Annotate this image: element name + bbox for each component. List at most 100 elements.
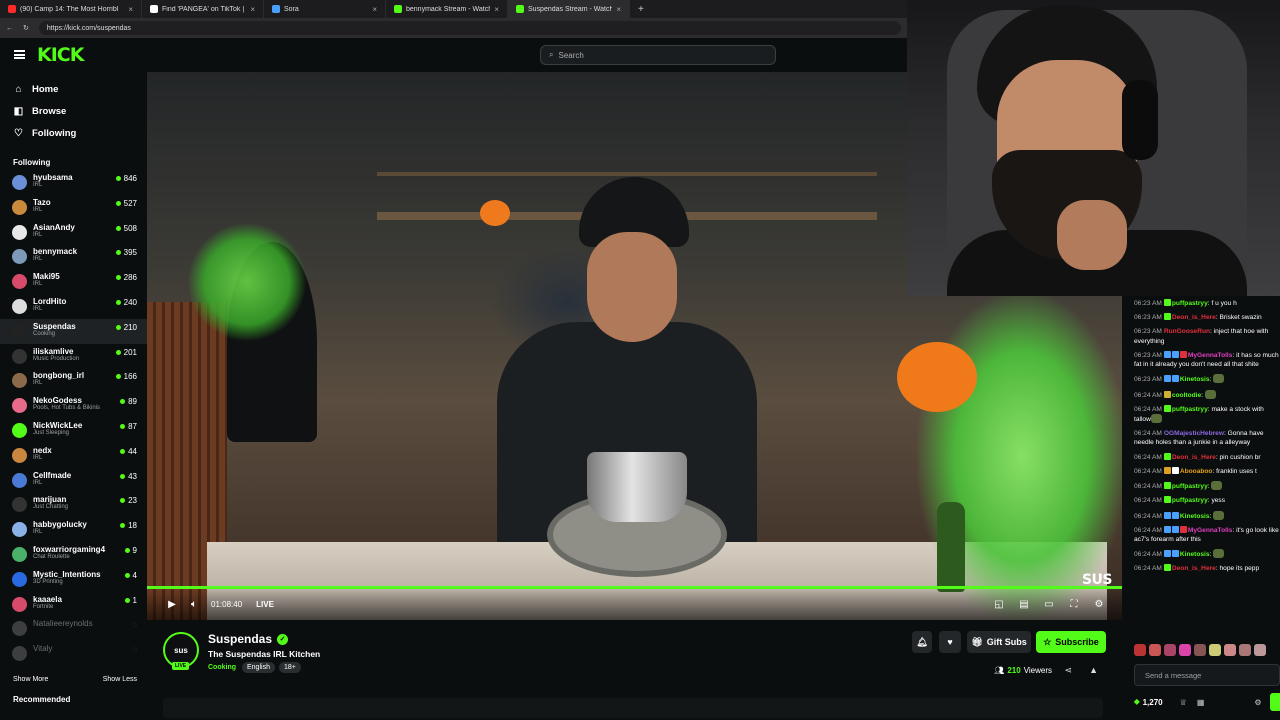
tab-close-icon[interactable]: × xyxy=(494,5,499,14)
channel-viewers: 166 xyxy=(115,372,137,381)
kick-logo[interactable]: KICK xyxy=(37,44,84,66)
browser-tab[interactable]: Suspendas Stream - Watch Live o× xyxy=(508,0,630,18)
bet-icon[interactable]: ▦ xyxy=(1197,698,1205,707)
chat-username[interactable]: puffpastryy xyxy=(1172,497,1208,504)
emote-icon[interactable] xyxy=(1164,644,1176,656)
settings-icon[interactable]: ⚙ xyxy=(1088,594,1110,616)
chat-timestamp: 06:24 AM xyxy=(1134,483,1162,491)
show-more-button[interactable]: Show More xyxy=(13,676,48,683)
chat-username[interactable]: Kinetosis xyxy=(1180,513,1210,520)
sidebar-channel-item[interactable]: Vitaly ◌ xyxy=(0,641,147,666)
miniplayer-icon[interactable]: ◱ xyxy=(988,594,1010,616)
reload-icon[interactable]: ↻ xyxy=(23,24,29,32)
volume-icon[interactable]: 🔈︎ xyxy=(183,594,205,616)
show-more-less-row: Show More Show Less xyxy=(0,676,147,683)
chat-username[interactable]: cooltodie xyxy=(1172,392,1201,399)
tab-close-icon[interactable]: × xyxy=(372,5,377,14)
menu-icon[interactable] xyxy=(14,50,25,59)
sidebar-channel-item[interactable]: marijuan Just Chatting 23 xyxy=(0,492,147,517)
sidebar-channel-item[interactable]: bennymack IRL 395 xyxy=(0,244,147,269)
chat-username[interactable]: Kinetosis xyxy=(1180,376,1210,383)
back-icon[interactable]: ← xyxy=(6,25,13,32)
chat-username[interactable]: puffpastryy xyxy=(1172,406,1208,413)
sidebar-channel-item[interactable]: hyubsama IRL 846 xyxy=(0,170,147,195)
new-tab-icon[interactable]: + xyxy=(630,4,652,15)
sidebar-channel-item[interactable]: LordHito IRL 240 xyxy=(0,294,147,319)
sidebar-channel-item[interactable]: NekoGodess Pools, Hot Tubs & Bikinis 89 xyxy=(0,393,147,418)
chat-username[interactable]: MyGennaTolls xyxy=(1188,352,1233,359)
chat-username[interactable]: RunGooseRun xyxy=(1164,328,1210,335)
stream-category[interactable]: Cooking xyxy=(208,664,236,671)
sidebar-nav-browse[interactable]: ◧ Browse xyxy=(0,100,147,122)
notification-bell-button[interactable]: 🔔︎ xyxy=(912,631,932,653)
chat-username[interactable]: Kinetosis xyxy=(1180,551,1210,558)
browser-tab[interactable]: Sora × xyxy=(264,0,386,18)
sidebar-channel-item[interactable]: iliskamlive Music Production 201 xyxy=(0,344,147,369)
browser-tab[interactable]: (90) Camp 14: The Most Horribl × xyxy=(0,0,142,18)
emote-icon[interactable] xyxy=(1134,644,1146,656)
sidebar-channel-item[interactable]: habbygolucky IRL 18 xyxy=(0,517,147,542)
subscribe-button[interactable]: ☆ Subscribe xyxy=(1036,631,1106,653)
emote-icon[interactable] xyxy=(1254,644,1266,656)
play-icon[interactable]: ▶ xyxy=(161,594,183,616)
chat-username[interactable]: OGMajesticHebrew xyxy=(1164,430,1224,437)
leaderboard-icon[interactable]: ♕ xyxy=(1180,698,1187,707)
sidebar-channel-item[interactable]: foxwarriorgaming4 Chat Roulette 9 xyxy=(0,542,147,567)
chat-settings-icon[interactable]: ⚙ xyxy=(1254,698,1261,707)
chat-timestamp: 06:24 AM xyxy=(1134,565,1162,573)
channel-points-icon[interactable]: ⬥ xyxy=(1134,697,1140,707)
search-input[interactable]: ⌕ Search xyxy=(540,45,776,65)
channel-name[interactable]: Suspendas xyxy=(208,632,272,646)
gift-subs-button[interactable]: 🎁︎ Gift Subs xyxy=(967,631,1031,653)
sidebar-channel-item[interactable]: NickWickLee Just Sleeping 87 xyxy=(0,418,147,443)
sidebar-channel-item[interactable]: bongbong_irl IRL 166 xyxy=(0,368,147,393)
sidebar-channel-item[interactable]: nedx IRL 44 xyxy=(0,443,147,468)
chat-badge-icon xyxy=(1171,511,1179,519)
clip-icon[interactable]: ▤ xyxy=(1013,594,1035,616)
chat-send-button[interactable] xyxy=(1270,693,1280,711)
emote-icon[interactable] xyxy=(1194,644,1206,656)
tab-close-icon[interactable]: × xyxy=(616,5,621,14)
sidebar-channel-item[interactable]: Suspendas Cooking 210 xyxy=(0,318,147,344)
sidebar-channel-item[interactable]: kaaaela Fortnite 1 xyxy=(0,592,147,617)
tab-close-icon[interactable]: × xyxy=(250,5,255,14)
sidebar-channel-item[interactable]: Cellfmade IRL 43 xyxy=(0,468,147,493)
sidebar-channel-item[interactable]: Natalieereynolds ◌ xyxy=(0,616,147,641)
fullscreen-icon[interactable]: ⛶ xyxy=(1063,594,1085,616)
chat-username[interactable]: MyGennaTolls xyxy=(1188,527,1233,534)
channel-avatar xyxy=(12,571,27,587)
chat-username[interactable]: Deon_is_Here xyxy=(1172,314,1216,321)
address-field[interactable]: https://kick.com/suspendas xyxy=(38,21,901,35)
chat-message-input[interactable]: Send a message xyxy=(1134,664,1280,686)
show-less-button[interactable]: Show Less xyxy=(103,676,137,683)
sidebar-channel-item[interactable]: Maki95 IRL 286 xyxy=(0,269,147,294)
chat-username[interactable]: Deon_is_Here xyxy=(1172,565,1216,572)
browser-tab[interactable]: bennymack Stream - Watch Live o× xyxy=(386,0,508,18)
tag-language[interactable]: English xyxy=(242,662,275,673)
chat-username[interactable]: Deon_is_Here xyxy=(1172,454,1216,461)
sidebar-nav-home[interactable]: ⌂ Home xyxy=(0,78,147,100)
stream-time: 01:08:40 xyxy=(211,600,243,609)
chat-username[interactable]: Abooaboo xyxy=(1180,468,1213,475)
emote-icon[interactable] xyxy=(1209,644,1221,656)
tag-mature[interactable]: 18+ xyxy=(278,662,301,673)
tab-close-icon[interactable]: × xyxy=(128,5,133,14)
viewer-count: 395 xyxy=(123,248,137,258)
emote-icon[interactable] xyxy=(1179,644,1191,656)
share-icon[interactable]: ⋖ xyxy=(1064,665,1072,676)
emote-icon[interactable] xyxy=(1239,644,1251,656)
emote-icon[interactable] xyxy=(1149,644,1161,656)
report-icon[interactable]: ▲ xyxy=(1089,665,1098,675)
chat-username[interactable]: puffpastryy xyxy=(1172,300,1208,307)
live-indicator[interactable]: LIVE xyxy=(256,600,274,609)
emote-icon[interactable] xyxy=(1224,644,1236,656)
follow-button[interactable]: ♥ xyxy=(939,631,961,653)
chat-message: 06:24 AM OGMajesticHebrew: Gonna have nee… xyxy=(1122,426,1280,449)
sidebar-channel-item[interactable]: AsianAndy IRL 508 xyxy=(0,220,147,245)
browser-tab[interactable]: Find 'PANGEA' on TikTok | TikTok × xyxy=(142,0,264,18)
chat-username[interactable]: puffpastryy xyxy=(1172,483,1208,490)
sidebar-nav-following[interactable]: ♡ Following xyxy=(0,122,147,144)
theater-mode-icon[interactable]: ▭ xyxy=(1038,594,1060,616)
sidebar-channel-item[interactable]: Mystic_Intentions 3D Printing 4 xyxy=(0,567,147,592)
sidebar-channel-item[interactable]: Tazo IRL 527 xyxy=(0,195,147,220)
